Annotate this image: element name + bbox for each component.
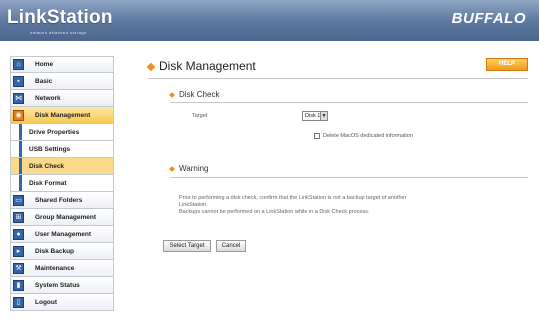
sidebar-subitem-label: Disk Format	[29, 179, 67, 187]
sidebar-item-maintenance[interactable]: ⚒ Maintenance	[10, 260, 114, 277]
logo-tagline: network attached storage	[30, 30, 87, 35]
sidebar-item-user-management[interactable]: ● User Management	[10, 226, 114, 243]
backup-icon: ▸	[13, 245, 24, 257]
warning-text-line3: Backups cannot be performed on a LinkSta…	[179, 209, 370, 215]
sidebar-item-logout[interactable]: ▯ Logout	[10, 294, 114, 311]
sidebar-item-basic[interactable]: ▪ Basic	[10, 73, 114, 90]
warning-divider	[170, 177, 528, 178]
folder-icon: ▭	[13, 194, 24, 206]
chevron-down-icon: ▼	[320, 112, 327, 120]
disk-icon: ◉	[13, 109, 24, 121]
app-header: LinkStation network attached storage BUF…	[0, 0, 539, 41]
select-target-button[interactable]: Select Target	[163, 240, 211, 252]
sidebar-nav: ⌂ Home ▪ Basic ⋈ Network ◉ Disk Manageme…	[10, 56, 114, 311]
main-content: Disk Management HELP Disk Check Target D…	[146, 58, 528, 252]
sidebar-item-group-management[interactable]: ⊞ Group Management	[10, 209, 114, 226]
sidebar-item-home[interactable]: ⌂ Home	[10, 56, 114, 73]
status-icon: ▮	[13, 279, 24, 291]
target-label: Target	[192, 113, 208, 119]
sidebar-subitem-label: USB Settings	[29, 145, 71, 153]
sidebar-item-disk-backup[interactable]: ▸ Disk Backup	[10, 243, 114, 260]
user-icon: ●	[13, 228, 24, 240]
sidebar-item-label: Logout	[35, 298, 58, 306]
group-icon: ⊞	[13, 211, 24, 223]
sidebar-item-label: Shared Folders	[35, 196, 83, 204]
section-bullet-icon	[169, 91, 175, 98]
sidebar-subitem-drive-properties[interactable]: Drive Properties	[10, 124, 114, 141]
sidebar-item-label: System Status	[35, 281, 80, 289]
basic-icon: ▪	[13, 75, 24, 87]
sidebar-item-label: User Management	[35, 230, 91, 238]
sidebar-item-label: Basic	[35, 77, 53, 85]
cancel-button[interactable]: Cancel	[216, 240, 246, 252]
disk-check-divider	[170, 102, 528, 103]
title-divider	[148, 78, 528, 79]
sidebar-item-label: Maintenance	[35, 264, 75, 272]
sidebar-subitem-label: Drive Properties	[29, 128, 80, 136]
disk-check-heading: Disk Check	[169, 90, 219, 99]
section-bullet-icon	[169, 165, 175, 172]
sidebar-item-label: Group Management	[35, 213, 97, 221]
page-header: Disk Management HELP	[146, 58, 528, 78]
warning-text-line1: Prior to performing a disk check, confir…	[179, 195, 407, 201]
sidebar-subitem-disk-check[interactable]: Disk Check	[10, 158, 114, 175]
page-title: Disk Management	[159, 59, 256, 73]
network-icon: ⋈	[13, 92, 24, 104]
sidebar-item-label: Disk Management	[35, 111, 91, 119]
target-select-value: Disk 1	[305, 113, 321, 119]
sidebar-item-network[interactable]: ⋈ Network	[10, 90, 114, 107]
sidebar-item-label: Home	[35, 61, 54, 68]
buffalo-brand-logo: BUFFALO	[451, 10, 526, 27]
maintenance-icon: ⚒	[13, 262, 24, 274]
linkstation-logo: LinkStation	[7, 7, 113, 28]
logout-icon: ▯	[13, 296, 24, 308]
warning-text-line2: LinkStation.	[179, 202, 208, 208]
help-button[interactable]: HELP	[486, 58, 528, 71]
target-select[interactable]: Disk 1 ▼	[302, 111, 328, 121]
sidebar-item-shared-folders[interactable]: ▭ Shared Folders	[10, 192, 114, 209]
warning-heading: Warning	[169, 164, 209, 173]
delete-macos-label: Delete MacOS dedicated information	[323, 133, 413, 139]
sidebar-subitem-usb-settings[interactable]: USB Settings	[10, 141, 114, 158]
delete-macos-checkbox[interactable]	[314, 133, 320, 139]
home-icon: ⌂	[13, 59, 24, 70]
title-bullet-icon	[146, 62, 156, 72]
sidebar-subitem-label: Disk Check	[29, 162, 65, 170]
sidebar-item-system-status[interactable]: ▮ System Status	[10, 277, 114, 294]
sidebar-subitem-disk-format[interactable]: Disk Format	[10, 175, 114, 192]
sidebar-item-label: Disk Backup	[35, 247, 75, 255]
sidebar-item-label: Network	[35, 94, 61, 102]
sidebar-item-disk-management[interactable]: ◉ Disk Management	[10, 107, 114, 124]
